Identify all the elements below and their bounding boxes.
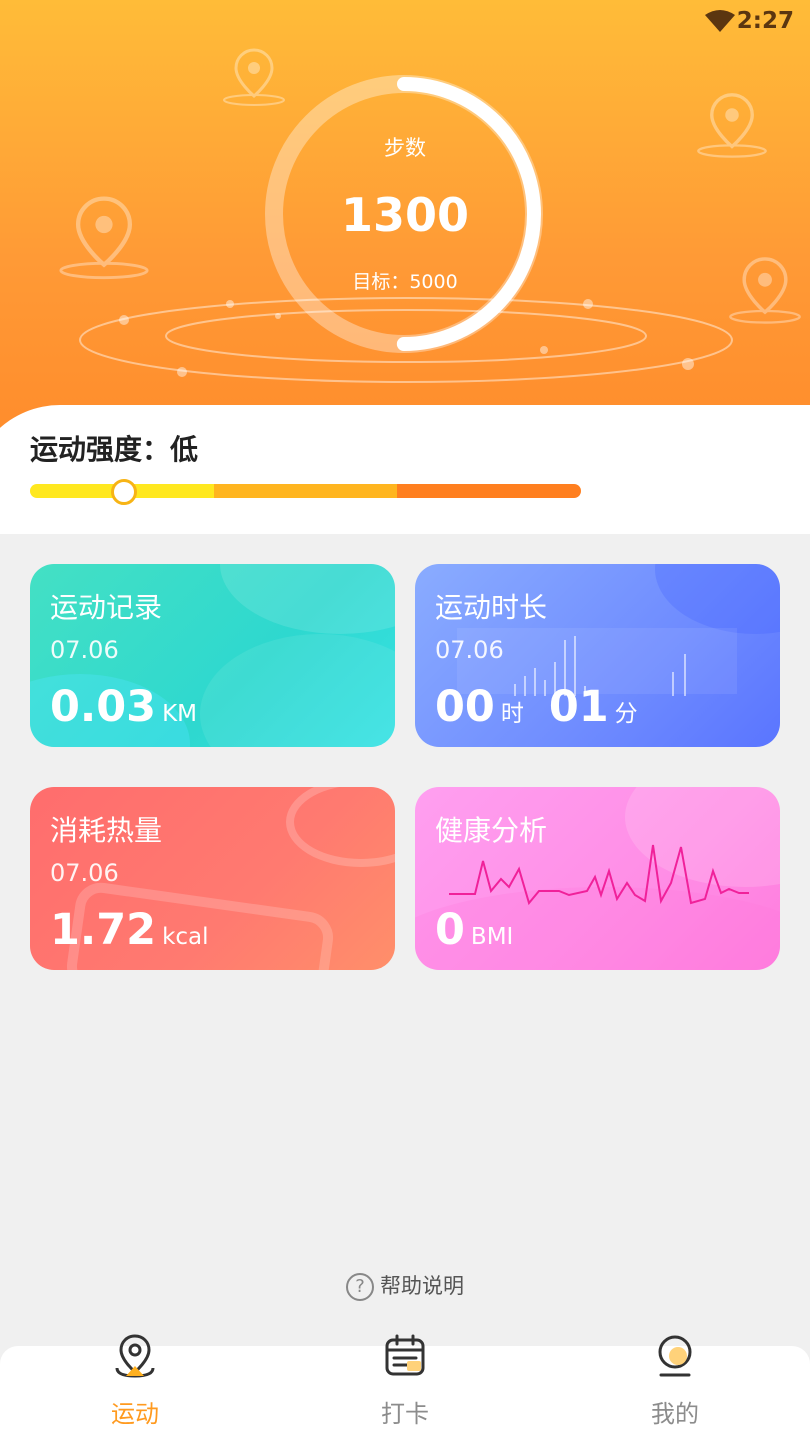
- status-time: 2:27: [736, 8, 794, 34]
- card-value: 00 时 01 分: [435, 682, 638, 732]
- card-title: 消耗热量: [50, 814, 163, 847]
- intensity-label: 运动强度：低: [30, 433, 199, 466]
- status-bar: 2:27: [0, 0, 810, 44]
- duration-minutes: 01: [548, 682, 609, 732]
- help-label: 帮助说明: [380, 1274, 464, 1298]
- profile-icon: [658, 1335, 692, 1377]
- bottom-tab-bar: 运动 打卡 我的: [0, 1334, 810, 1440]
- hours-unit: 时: [500, 701, 524, 727]
- calories-value: 1.72: [50, 905, 157, 955]
- card-title: 运动时长: [435, 591, 548, 624]
- distance-value: 0.03: [50, 682, 157, 732]
- wifi-icon: [705, 10, 735, 32]
- tab-checkin[interactable]: 打卡: [270, 1334, 540, 1440]
- tab-label: 运动: [111, 1400, 159, 1428]
- help-link[interactable]: ? 帮助说明: [0, 1270, 810, 1301]
- sport-location-icon: [115, 1334, 155, 1378]
- tab-sport[interactable]: 运动: [0, 1334, 270, 1440]
- tab-label: 我的: [651, 1400, 699, 1428]
- heartbeat-line-decoration: [449, 844, 749, 906]
- bmi-value: 0: [435, 905, 465, 955]
- tab-label: 打卡: [381, 1400, 429, 1428]
- header-hero: 步数 1300 目标：5000 2:27: [0, 0, 810, 470]
- card-value: 0 BMI: [435, 905, 513, 955]
- calories-unit: kcal: [162, 924, 209, 950]
- distance-unit: KM: [162, 701, 198, 727]
- card-date: 07.06: [50, 636, 119, 664]
- steps-count: 1300: [340, 188, 470, 242]
- intensity-indicator: [110, 479, 137, 505]
- steps-label: 步数: [384, 136, 426, 160]
- steps-goal: 目标：5000: [352, 271, 458, 293]
- card-value: 1.72 kcal: [50, 905, 209, 955]
- card-date: 07.06: [50, 859, 119, 887]
- card-title: 运动记录: [50, 591, 163, 624]
- tab-mine[interactable]: 我的: [540, 1335, 810, 1440]
- card-sport-duration[interactable]: 运动时长 07.06 00 时 01 分: [415, 564, 780, 747]
- card-sport-record[interactable]: 运动记录 07.06 0.03 KM: [30, 564, 395, 747]
- card-date: 07.06: [435, 636, 504, 664]
- card-value: 0.03 KM: [50, 682, 197, 732]
- card-health-analysis[interactable]: 健康分析 0 BMI: [415, 787, 780, 970]
- duration-hours: 00: [435, 682, 495, 732]
- card-title: 健康分析: [435, 814, 548, 847]
- calendar-checkin-icon: [385, 1334, 425, 1376]
- minutes-unit: 分: [614, 701, 638, 727]
- question-circle-icon: ?: [346, 1273, 374, 1301]
- card-calories[interactable]: 消耗热量 07.06 1.72 kcal: [30, 787, 395, 970]
- bmi-unit: BMI: [470, 924, 514, 950]
